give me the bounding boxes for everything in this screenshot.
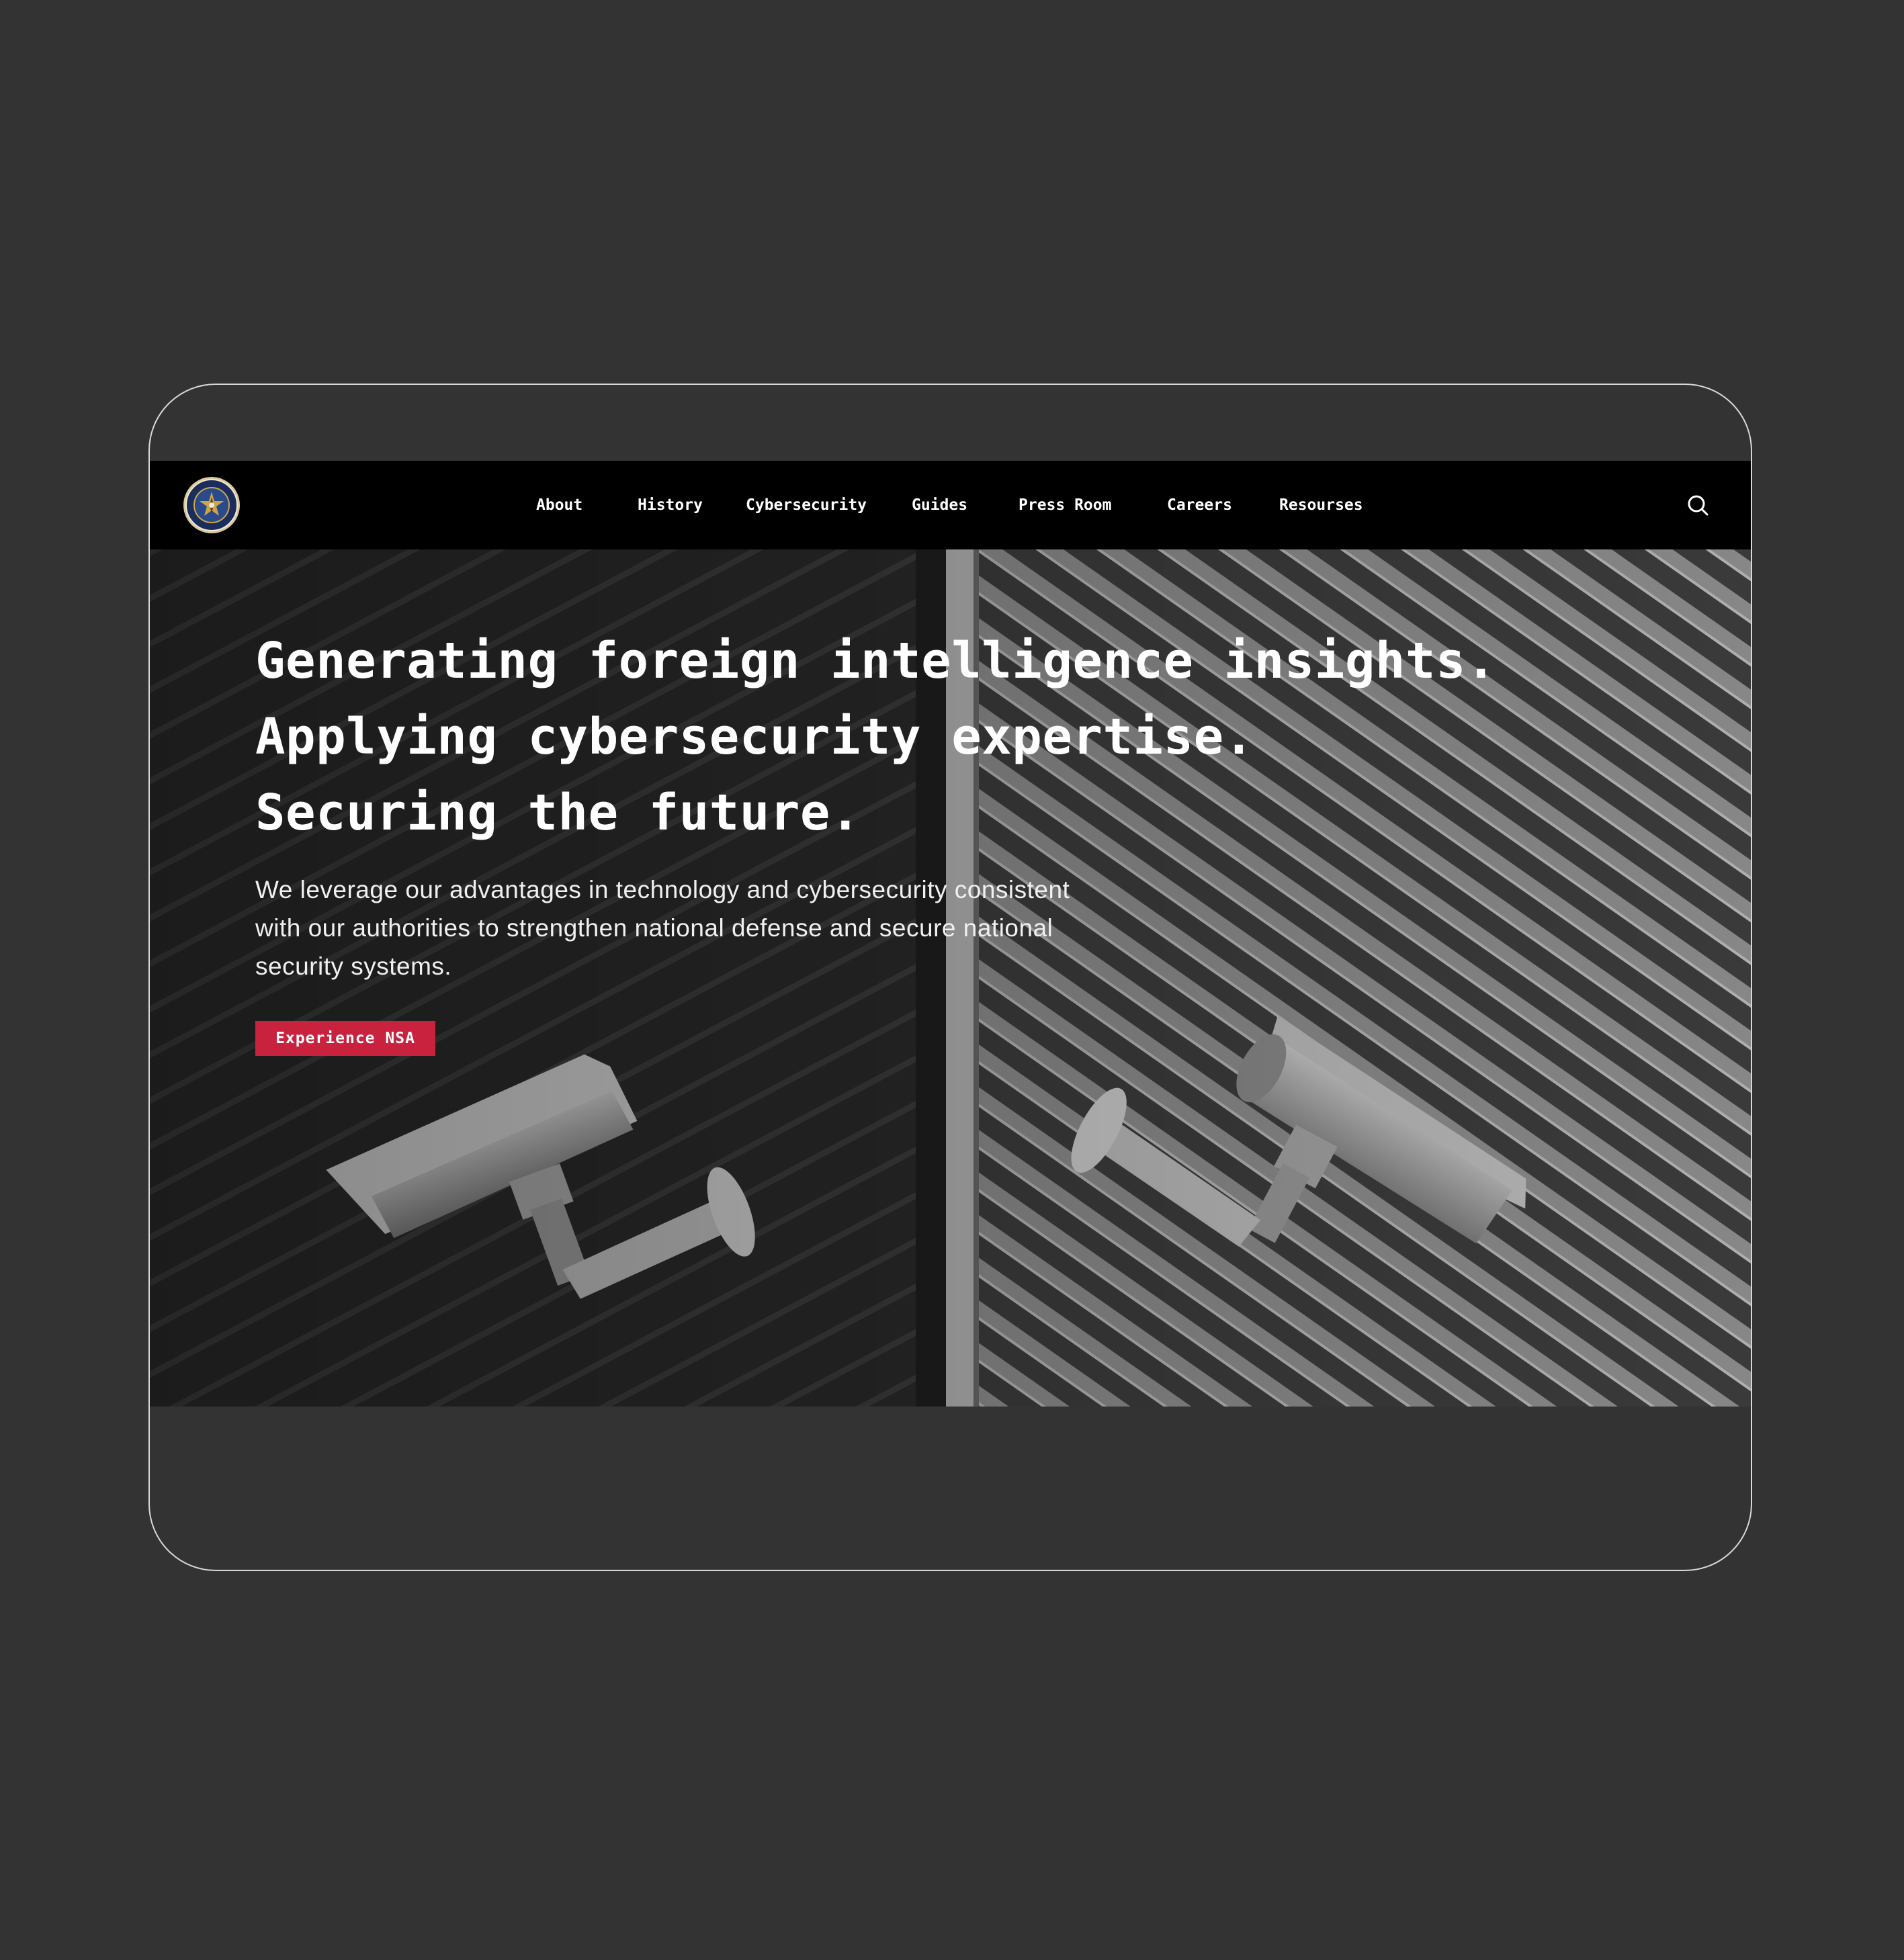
hero-section: Generating foreign intelligence insights…: [150, 549, 1751, 1407]
nav-item-resources[interactable]: Resourses: [1279, 492, 1363, 519]
website-screen: About History Cybersecurity Guides Press…: [150, 461, 1751, 1407]
experience-nsa-button[interactable]: Experience NSA: [255, 1021, 435, 1056]
nav-item-history[interactable]: History: [638, 492, 703, 519]
hero-headline: Generating foreign intelligence insights…: [255, 623, 1496, 851]
nav-item-about[interactable]: About: [536, 492, 582, 519]
headline-line-1: Generating foreign intelligence insights…: [255, 632, 1497, 690]
nav-item-careers[interactable]: Careers: [1167, 492, 1232, 519]
search-icon[interactable]: [1684, 492, 1711, 519]
hero-description: We leverage our advantages in technology…: [255, 876, 1070, 980]
headline-line-2: Applying cybersecurity expertise.: [255, 708, 1254, 766]
nav-item-cybersecurity[interactable]: Cybersecurity: [746, 492, 867, 519]
nav-item-guides[interactable]: Guides: [912, 492, 967, 519]
device-frame: About History Cybersecurity Guides Press…: [148, 384, 1752, 1571]
headline-line-3: Securing the future.: [255, 784, 861, 842]
nav-item-press-room[interactable]: Press Room: [1019, 492, 1111, 519]
top-navbar: About History Cybersecurity Guides Press…: [150, 461, 1751, 549]
nsa-seal-icon[interactable]: [182, 476, 241, 535]
